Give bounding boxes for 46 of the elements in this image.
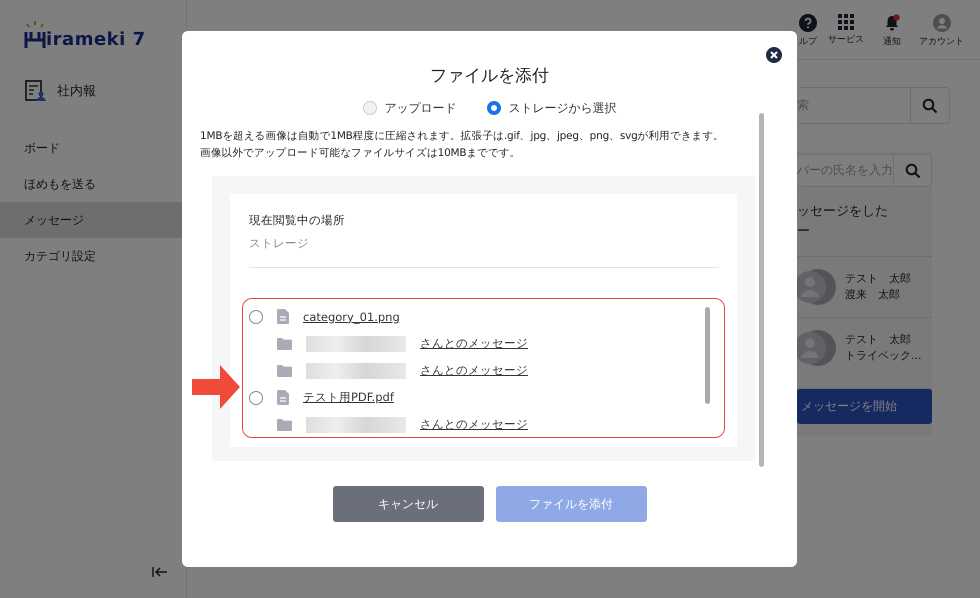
file-link[interactable]: category_01.png xyxy=(303,310,400,324)
logo-icon xyxy=(24,20,46,50)
header-label[interactable]: サービス xyxy=(828,33,864,46)
header-label[interactable]: ルプ xyxy=(799,35,817,48)
radio-button[interactable] xyxy=(486,101,500,115)
folder-link[interactable]: さんとのメッセージ xyxy=(420,363,528,378)
folder-icon xyxy=(277,338,292,350)
close-icon[interactable] xyxy=(766,47,782,63)
bell-icon[interactable] xyxy=(883,14,901,32)
radio-label[interactable]: アップロード xyxy=(384,100,456,116)
collapse-icon[interactable] xyxy=(152,566,168,578)
file-icon xyxy=(277,309,289,324)
file-link[interactable]: テスト用PDF.pdf xyxy=(303,390,394,405)
folder-link[interactable]: さんとのメッセージ xyxy=(420,417,528,432)
scrollbar-thumb[interactable] xyxy=(705,307,710,404)
radio-button[interactable] xyxy=(249,390,263,404)
header-label[interactable]: アカウント xyxy=(919,35,964,48)
newsletter-icon xyxy=(25,80,47,102)
group-members: テスト 太郎 渡来 太郎 xyxy=(845,271,911,303)
header-label[interactable]: 通知 xyxy=(883,35,901,48)
card-heading: ッセージをした ー xyxy=(797,203,889,241)
sidebar-item[interactable]: ほめもを送る xyxy=(0,166,186,202)
radio-button[interactable] xyxy=(249,310,263,324)
folder-link[interactable]: さんとのメッセージ xyxy=(420,336,528,351)
grid-icon[interactable] xyxy=(838,14,854,30)
location-label: 現在閲覧中の場所 xyxy=(249,213,346,228)
annotation-arrow xyxy=(192,365,240,409)
section-title: 社内報 xyxy=(57,83,96,100)
help-icon[interactable] xyxy=(799,14,817,32)
folder-icon xyxy=(277,364,292,376)
folder-icon xyxy=(277,418,292,430)
logo-text: irameki 7 xyxy=(46,30,146,50)
group-members: テスト 太郎 トライベック... xyxy=(845,332,922,364)
search-icon xyxy=(922,98,938,114)
cancel-button[interactable]: キャンセル xyxy=(332,486,484,522)
radio-label[interactable]: ストレージから選択 xyxy=(508,100,616,116)
search-icon xyxy=(904,162,920,178)
file-icon xyxy=(277,390,289,405)
scrollbar-thumb[interactable] xyxy=(759,113,764,467)
dialog-title: ファイルを添付 xyxy=(429,65,550,88)
location-value: ストレージ xyxy=(249,236,310,251)
radio-button[interactable] xyxy=(362,101,376,115)
start-message-button[interactable]: メッセージを開始 xyxy=(797,388,932,424)
sidebar-item[interactable]: ボード xyxy=(0,130,186,166)
size-notes: 1MBを超える画像は自動で1MB程度に圧縮されます。拡張子は.gif、jpg、jpeg、png、svgが利用できます。 画像以外でアップロード可能なファイルサイズは10MBまでです。 xyxy=(200,129,725,161)
sidebar-item[interactable]: カテゴリ設定 xyxy=(0,238,186,274)
